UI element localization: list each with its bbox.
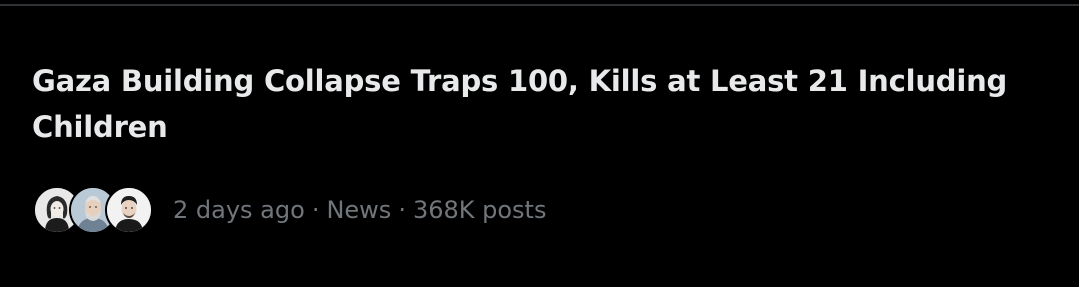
avatar-man-dark-hair-icon xyxy=(105,186,153,234)
meta-separator: · xyxy=(311,196,320,224)
trend-post-count: 368K posts xyxy=(412,196,547,224)
trend-meta-row: 2 days ago · News · 368K posts xyxy=(33,186,546,234)
avatar-stack xyxy=(33,186,153,234)
meta-separator: · xyxy=(398,196,406,224)
trend-time-ago: 2 days ago xyxy=(173,196,305,224)
trend-card[interactable]: Gaza Building Collapse Traps 100, Kills … xyxy=(0,6,1079,287)
trend-headline[interactable]: Gaza Building Collapse Traps 100, Kills … xyxy=(32,58,1042,150)
trend-category: News xyxy=(326,196,392,224)
trend-meta-text: 2 days ago · News · 368K posts xyxy=(173,196,546,224)
